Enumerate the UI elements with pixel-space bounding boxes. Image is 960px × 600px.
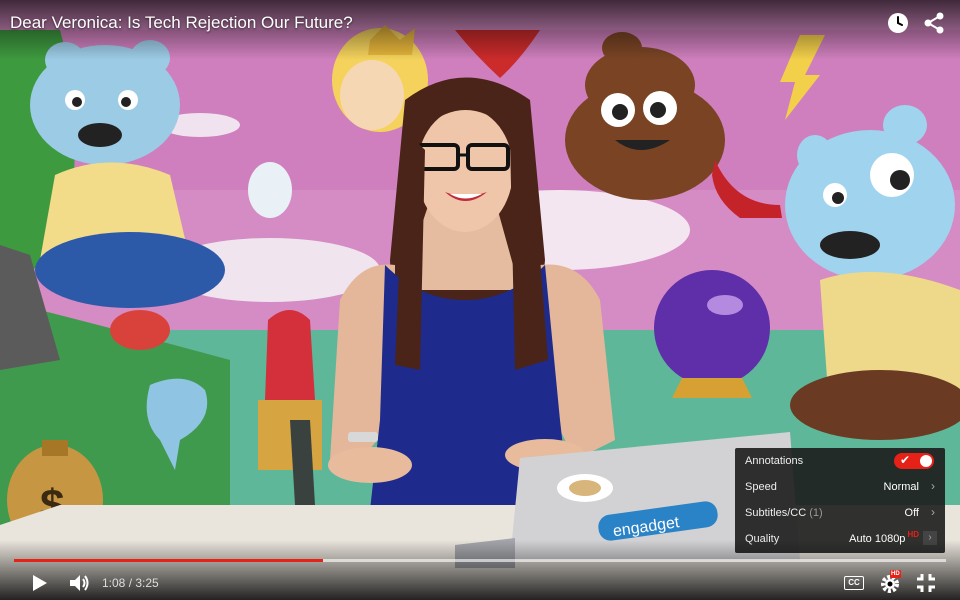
checkmark-icon: ✔ xyxy=(900,453,911,467)
annotations-toggle[interactable]: ✔ xyxy=(894,453,934,469)
subtitles-label: Subtitles/CC (1) xyxy=(745,507,823,519)
settings-row-speed[interactable]: Speed Normal › xyxy=(735,474,945,500)
speed-value: Normal xyxy=(883,481,919,493)
subtitles-count: (1) xyxy=(809,507,823,519)
settings-menu: Annotations ✔ Speed Normal › Subtitles/C… xyxy=(735,448,945,553)
progress-played xyxy=(14,559,324,562)
control-bar: 1:08 / 3:25 CC HD xyxy=(0,566,960,600)
clock-icon[interactable] xyxy=(886,11,910,35)
share-icon[interactable] xyxy=(922,11,946,35)
toggle-knob xyxy=(920,455,932,467)
progress-bar[interactable] xyxy=(14,559,946,562)
video-title[interactable]: Dear Veronica: Is Tech Rejection Our Fut… xyxy=(10,13,353,33)
annotations-label: Annotations xyxy=(745,455,804,467)
chevron-right-icon: › xyxy=(931,479,935,493)
fullscreen-icon[interactable] xyxy=(913,570,939,596)
cloud xyxy=(248,162,292,218)
chevron-right-icon: › xyxy=(931,505,935,519)
subtitles-value: Off xyxy=(904,507,919,519)
cc-button[interactable]: CC xyxy=(844,576,864,590)
speed-label: Speed xyxy=(745,481,777,493)
time-display: 1:08 / 3:25 xyxy=(102,576,159,590)
volume-icon[interactable] xyxy=(66,570,92,596)
video-player[interactable]: $ engadget Dear Veronica: Is Tech Reject… xyxy=(0,0,960,600)
play-icon[interactable] xyxy=(26,570,52,596)
settings-row-annotations[interactable]: Annotations ✔ xyxy=(735,448,945,474)
settings-row-subtitles[interactable]: Subtitles/CC (1) Off › xyxy=(735,500,945,526)
hd-superscript: HD xyxy=(907,530,919,539)
hd-badge: HD xyxy=(890,570,901,578)
